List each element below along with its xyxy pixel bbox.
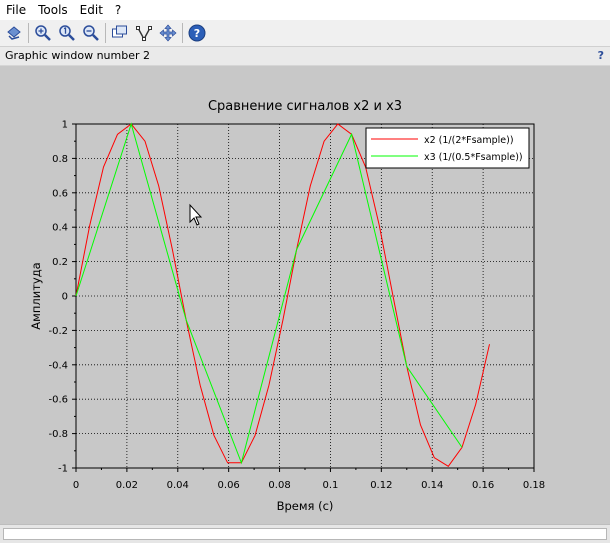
menu-edit[interactable]: Edit bbox=[74, 3, 109, 17]
y-tick-label: 0.8 bbox=[52, 154, 68, 165]
window-help-mark[interactable]: ? bbox=[598, 47, 604, 65]
x-tick-label: 0.1 bbox=[322, 480, 338, 491]
legend-label-x2: x2 (1/(2*Fsample)) bbox=[424, 135, 514, 146]
ticks: 0 0.02 0.04 0.06 0.08 0.1 0.12 0.14 0.16 0.18 -1 -0… bbox=[48, 120, 545, 492]
x-tick-label: 0.14 bbox=[421, 480, 443, 491]
mouse-cursor-icon bbox=[189, 203, 203, 226]
toolbar-separator bbox=[28, 23, 29, 43]
chart-title: Сравнение сигналов x2 и x3 bbox=[208, 99, 402, 114]
zoom-original-icon[interactable] bbox=[57, 23, 77, 43]
x-tick-label: 0.04 bbox=[167, 480, 189, 491]
data-points-icon[interactable] bbox=[134, 23, 154, 43]
menu-file[interactable]: File bbox=[0, 3, 32, 17]
y-tick-label: 0 bbox=[62, 292, 68, 303]
x-tick-label: 0.12 bbox=[370, 480, 392, 491]
y-tick-label: -0.2 bbox=[48, 326, 68, 337]
y-tick-label: 0.2 bbox=[52, 257, 68, 268]
legend-label-x3: x3 (1/(0.5*Fsample)) bbox=[424, 152, 523, 163]
toolbar: ? bbox=[0, 20, 610, 47]
menubar: File Tools Edit ? bbox=[0, 0, 610, 20]
x-axis-label: Время (с) bbox=[277, 499, 334, 513]
y-axis-label: Амплитуда bbox=[29, 262, 43, 329]
pan-icon[interactable] bbox=[158, 23, 178, 43]
status-bar bbox=[0, 524, 610, 543]
x-tick-label: 0.02 bbox=[116, 480, 138, 491]
y-tick-label: -1 bbox=[58, 464, 68, 475]
graphic-window-titlebar: Graphic window number 2 ? bbox=[0, 47, 610, 66]
x-tick-label: 0.18 bbox=[523, 480, 545, 491]
x-tick-label: 0 bbox=[73, 480, 79, 491]
menu-help[interactable]: ? bbox=[109, 3, 127, 17]
legend: x2 (1/(2*Fsample)) x3 (1/(0.5*Fsample)) bbox=[365, 127, 530, 169]
svg-text:?: ? bbox=[194, 27, 200, 40]
help-icon[interactable]: ? bbox=[187, 23, 207, 43]
x-tick-label: 0.06 bbox=[218, 480, 240, 491]
chart: Сравнение сигналов x2 и x3 0 0.02 0.04 0.06… bbox=[29, 99, 545, 513]
y-tick-label: 0.6 bbox=[52, 188, 68, 199]
menu-tools[interactable]: Tools bbox=[32, 3, 74, 17]
x-tick-label: 0.16 bbox=[472, 480, 494, 491]
plot-area: Сравнение сигналов x2 и x3 0 0.02 0.04 0.06… bbox=[0, 66, 610, 524]
toolbar-separator bbox=[105, 23, 106, 43]
y-tick-label: -0.4 bbox=[48, 360, 68, 371]
window-title: Graphic window number 2 bbox=[5, 49, 150, 62]
series-line-x3 bbox=[75, 122, 463, 465]
y-tick-label: -0.8 bbox=[48, 429, 68, 440]
status-field bbox=[3, 528, 607, 540]
series-group bbox=[75, 122, 490, 467]
y-tick-label: 0.4 bbox=[52, 223, 68, 234]
2d-3d-rotate-icon[interactable] bbox=[4, 23, 24, 43]
zoom-area-icon[interactable] bbox=[81, 23, 101, 43]
y-tick-label: 1 bbox=[62, 120, 68, 131]
data-tip-icon[interactable] bbox=[110, 23, 130, 43]
grid bbox=[76, 124, 534, 468]
x-tick-label: 0.08 bbox=[268, 480, 290, 491]
y-tick-label: -0.6 bbox=[48, 395, 68, 406]
toolbar-separator bbox=[182, 23, 183, 43]
series-line-x2 bbox=[75, 123, 490, 467]
zoom-in-icon[interactable] bbox=[33, 23, 53, 43]
